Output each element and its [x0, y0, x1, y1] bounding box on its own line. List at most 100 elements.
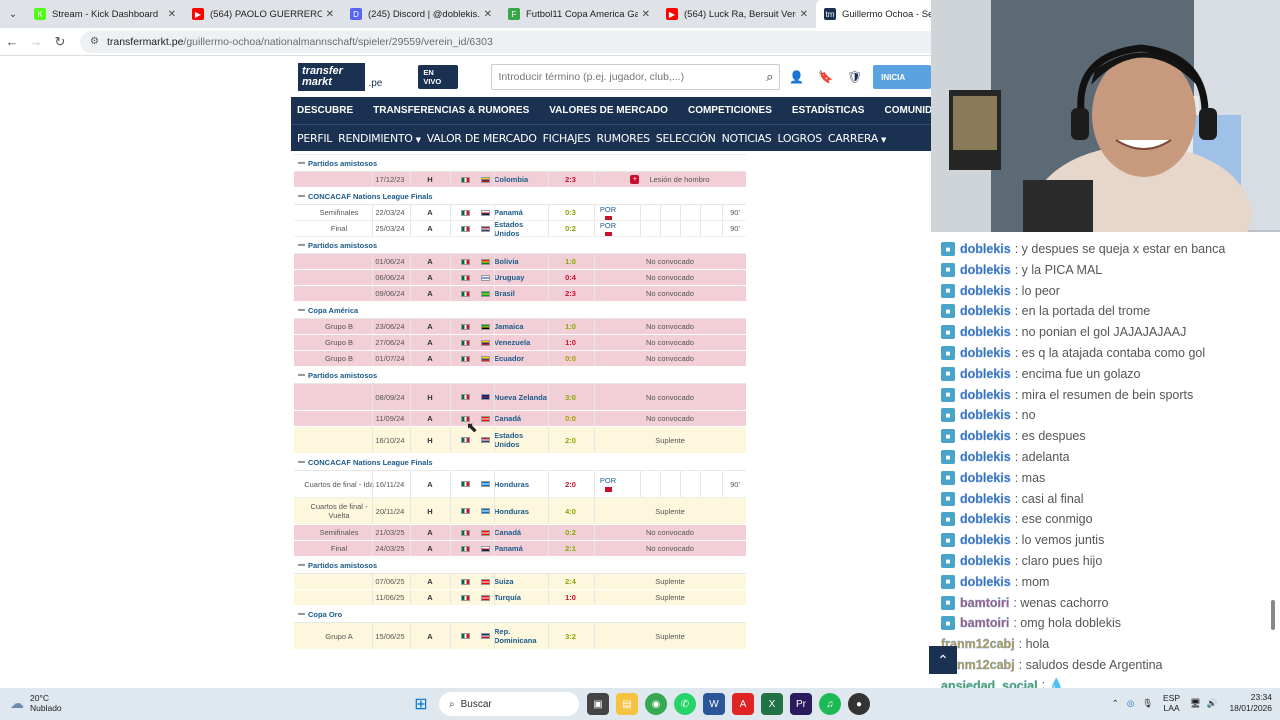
chrome-icon[interactable]: ◉ [645, 693, 667, 715]
opponent-link[interactable]: Rep. Dominicana [494, 623, 549, 649]
site-info-icon[interactable]: ⚙ [90, 36, 99, 47]
acrobat-icon[interactable]: A [732, 693, 754, 715]
opponent-link[interactable]: Venezuela [494, 335, 549, 350]
file-explorer-icon[interactable]: ▤ [616, 693, 638, 715]
main-nav-item[interactable]: ESTADÍSTICAS [792, 105, 865, 116]
browser-tab[interactable]: ▶ (564) PAOLO GUERRERO VOLVIÓ ✕ [184, 0, 342, 28]
match-result[interactable]: 2:3 [548, 286, 593, 301]
forward-arrow-icon[interactable]: → [24, 34, 48, 49]
chat-username[interactable]: doblekis [960, 283, 1011, 297]
weather-widget[interactable]: ☁ 20°C Nublado [10, 693, 62, 713]
main-nav-item[interactable]: COMUNIDAD [884, 105, 931, 116]
match-result[interactable]: 2:4 [548, 574, 593, 589]
sub-nav-item[interactable]: RUMORES [596, 132, 650, 145]
match-result[interactable]: 2:3 [548, 172, 593, 187]
tab-close-icon[interactable]: ✕ [642, 9, 650, 20]
chat-username[interactable]: doblekis [960, 242, 1011, 256]
sub-nav-item[interactable]: SELECCIÓN [656, 132, 716, 145]
competition-name[interactable]: Partidos amistosos [308, 561, 377, 570]
excel-icon[interactable]: X [761, 693, 783, 715]
match-result[interactable]: 1:0 [548, 254, 593, 269]
live-button[interactable]: EN VIVO [418, 65, 458, 89]
url-field[interactable]: ⚙ transfermarkt.pe/guillermo-ochoa/natio… [80, 30, 980, 53]
tab-close-icon[interactable]: ✕ [484, 9, 492, 20]
sub-nav-item[interactable]: VALOR DE MERCADO [427, 132, 537, 145]
match-result[interactable]: 0:0 [548, 411, 593, 426]
obs-icon[interactable]: ● [848, 693, 870, 715]
match-result[interactable]: 3:0 [548, 384, 593, 410]
bookmark-icon[interactable]: 🔖 [813, 64, 838, 90]
chat-username[interactable]: bamtoiri [960, 595, 1010, 609]
match-result[interactable]: 1:0 [548, 319, 593, 334]
competition-name[interactable]: Partidos amistosos [308, 241, 377, 250]
main-nav-item[interactable]: VALORES DE MERCADO [549, 105, 668, 116]
login-button[interactable]: INICIA [873, 65, 931, 89]
spotify-icon[interactable]: ♫ [819, 693, 841, 715]
browser-tab[interactable]: F Futbol11 Copa America Game ✕ [500, 0, 658, 28]
chat-username[interactable]: doblekis [960, 325, 1011, 339]
tab-close-icon[interactable]: ✕ [168, 9, 176, 20]
chat-username[interactable]: doblekis [960, 429, 1011, 443]
match-result[interactable]: 0:4 [548, 270, 593, 285]
opponent-link[interactable]: Panamá [494, 205, 549, 220]
windows-start-icon[interactable]: ⊞ [410, 693, 432, 715]
opponent-link[interactable]: Jamaica [494, 319, 549, 334]
tray-app-icon[interactable]: ◎ [1127, 698, 1134, 709]
chat-username[interactable]: doblekis [960, 471, 1011, 485]
taskbar-search[interactable]: ⌕ Buscar [439, 692, 579, 716]
match-result[interactable]: 1:0 [548, 335, 593, 350]
sub-nav-item[interactable]: NOTICIAS [722, 132, 772, 145]
opponent-link[interactable]: Canadá [494, 411, 549, 426]
main-nav-item[interactable]: DESCUBRE [297, 105, 353, 116]
opponent-link[interactable]: Canadá [494, 525, 549, 540]
opponent-link[interactable]: Estados Unidos [494, 427, 549, 453]
word-icon[interactable]: W [703, 693, 725, 715]
chat-username[interactable]: ansiedad_social [941, 679, 1038, 688]
clock[interactable]: 23:34 18/01/2026 [1229, 692, 1272, 714]
match-result[interactable]: 4:0 [548, 498, 593, 524]
sub-nav-item[interactable]: FICHAJES [543, 132, 591, 145]
opponent-link[interactable]: Turquía [494, 590, 549, 605]
sub-nav-item[interactable]: CARRERA ▼ [828, 132, 886, 145]
opponent-link[interactable]: Uruguay [494, 270, 549, 285]
scroll-to-top-button[interactable]: ⌃ [929, 646, 957, 674]
chat-username[interactable]: doblekis [960, 450, 1011, 464]
match-result[interactable]: 0:2 [548, 525, 593, 540]
tray-overflow-icon[interactable]: ⌃ [1112, 698, 1119, 709]
chat-username[interactable]: doblekis [960, 387, 1011, 401]
competition-name[interactable]: CONCACAF Nations League Finals [308, 192, 433, 201]
search-icon[interactable]: ⌕ [766, 69, 773, 85]
search-input[interactable]: Introducir término (p.ej. jugador, club,… [490, 64, 781, 90]
tab-list-chevron-icon[interactable]: ⌄ [0, 0, 26, 28]
chat-username[interactable]: doblekis [960, 533, 1011, 547]
opponent-link[interactable]: Estados Unidos [494, 220, 549, 238]
transfermarkt-logo[interactable]: transfer markt [298, 63, 366, 91]
chat-username[interactable]: bamtoiri [960, 616, 1010, 630]
opponent-link[interactable]: Honduras [494, 498, 549, 524]
user-search-icon[interactable]: 👤 [784, 64, 809, 90]
premiere-icon[interactable]: Pr [790, 693, 812, 715]
chat-username[interactable]: doblekis [960, 346, 1011, 360]
tab-close-icon[interactable]: ✕ [800, 9, 808, 20]
shield-icon[interactable]: 🛡 [842, 64, 867, 90]
chat-username[interactable]: doblekis [960, 263, 1011, 277]
opponent-link[interactable]: Brasil [494, 286, 549, 301]
opponent-link[interactable]: Colombia [494, 172, 549, 187]
browser-tab[interactable]: D (245) Discord | @doblekis. ✕ [342, 0, 500, 28]
match-result[interactable]: 0:3 [548, 205, 593, 220]
match-result[interactable]: 3:2 [548, 623, 593, 649]
reload-icon[interactable]: ↻ [48, 34, 72, 50]
match-result[interactable]: 2:0 [548, 427, 593, 453]
match-result[interactable]: 2:0 [548, 471, 593, 497]
sub-nav-item[interactable]: PERFIL [297, 132, 332, 145]
match-result[interactable]: 2:1 [548, 541, 593, 556]
match-result[interactable]: 0:2 [548, 221, 593, 236]
opponent-link[interactable]: Honduras [494, 471, 549, 497]
competition-name[interactable]: Copa Oro [308, 610, 342, 619]
competition-name[interactable]: Copa América [308, 306, 358, 315]
chat-username[interactable]: doblekis [960, 408, 1011, 422]
tab-close-icon[interactable]: ✕ [326, 9, 334, 20]
task-view-icon[interactable]: ▣ [587, 693, 609, 715]
competition-name[interactable]: CONCACAF Nations League Finals [308, 458, 433, 467]
chat-username[interactable]: doblekis [960, 367, 1011, 381]
